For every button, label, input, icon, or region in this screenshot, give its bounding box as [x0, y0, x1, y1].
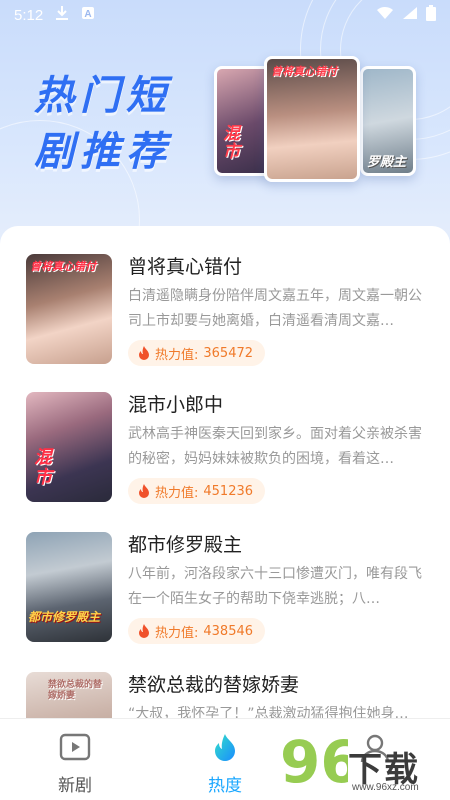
- heat-badge: 热力值: 451236: [128, 478, 266, 504]
- site-watermark: 96 下载站 www.96xz.com: [278, 726, 450, 800]
- drama-cover[interactable]: 混市: [26, 392, 112, 502]
- heat-badge: 热力值: 365472: [128, 340, 266, 366]
- heat-value: 365472: [203, 345, 254, 361]
- drama-description: 武林高手神医秦天回到家乡。面对着父亲被杀害的秘密，妈妈妹妹被欺负的困境，看着这…: [128, 426, 422, 467]
- svg-text:A: A: [85, 9, 92, 20]
- flame-icon: [139, 483, 149, 498]
- hero-title-line2: 剧推荐: [34, 129, 172, 175]
- drama-list: 曾将真心错付 曾将真心错付 白清遥隐瞒身份陪伴周文嘉五年，周文嘉一朝公司上市却要…: [0, 226, 450, 726]
- signal-icon: [402, 6, 418, 24]
- tab-label: 新剧: [58, 776, 92, 796]
- battery-icon: [426, 5, 436, 25]
- watermark-number: 96: [280, 728, 348, 792]
- poster-stack: 混市 罗殿主 曾将真心错付: [210, 56, 420, 186]
- list-item[interactable]: 曾将真心错付 曾将真心错付 白清遥隐瞒身份陪伴周文嘉五年，周文嘉一朝公司上市却要…: [0, 226, 450, 366]
- download-icon: [55, 5, 69, 25]
- poster-right[interactable]: 罗殿主: [360, 66, 416, 176]
- cover-text: 曾将真心错付: [30, 260, 96, 273]
- hero-title-line1: 热门短: [34, 73, 172, 119]
- flame-icon: [139, 345, 149, 360]
- drama-description: 白清遥隐瞒身份陪伴周文嘉五年，周文嘉一朝公司上市却要与她离婚，白清遥看清周文嘉…: [128, 288, 422, 329]
- drama-title[interactable]: 曾将真心错付: [128, 252, 242, 279]
- poster-left-text: 混市: [223, 124, 240, 162]
- heat-value: 451236: [203, 483, 254, 499]
- heat-label: 热力值:: [155, 625, 199, 641]
- drama-cover[interactable]: 曾将真心错付: [26, 254, 112, 364]
- heat-label: 热力值:: [155, 347, 199, 363]
- play-square-icon: [59, 733, 91, 761]
- drama-cover[interactable]: 都市修罗殿主: [26, 532, 112, 642]
- tab-new-drama[interactable]: 新剧: [0, 719, 150, 800]
- wifi-icon: [376, 6, 394, 24]
- list-item[interactable]: 都市修罗殿主 都市修罗殿主 八年前，河洛段家六十三口惨遭灭门，唯有段飞在一个陌生…: [0, 504, 450, 644]
- list-item[interactable]: 禁欲总裁的替嫁娇妻 禁欲总裁的替嫁娇妻 “大叔，我怀孕了！”总裁激动猛得抱住她身…: [0, 644, 450, 726]
- drama-title[interactable]: 混市小郎中: [128, 390, 223, 417]
- heat-badge: 热力值: 438546: [128, 618, 266, 644]
- watermark-url: www.96xz.com: [352, 782, 419, 793]
- hero-banner: 5:12 A 热门短 剧推荐 混市 罗殿主 曾将真心错付: [0, 0, 450, 250]
- drama-title[interactable]: 禁欲总裁的替嫁娇妻: [128, 670, 299, 697]
- hero-title: 热门短 剧推荐: [34, 68, 172, 180]
- poster-center[interactable]: 曾将真心错付: [264, 56, 360, 182]
- cover-text: 禁欲总裁的替嫁娇妻: [48, 680, 103, 701]
- poster-right-text: 罗殿主: [367, 155, 407, 170]
- status-bar: 5:12 A: [0, 0, 450, 30]
- watermark-logo-icon: 96: [280, 728, 361, 796]
- cover-text: 都市修罗殿主: [28, 610, 101, 624]
- status-time: 5:12: [14, 6, 44, 24]
- cover-text: 混市: [34, 447, 52, 488]
- app-notification-icon: A: [81, 6, 95, 24]
- tab-label: 热度: [208, 776, 242, 796]
- heat-label: 热力值:: [155, 485, 199, 501]
- heat-value: 438546: [203, 623, 254, 639]
- poster-center-text: 曾将真心错付: [271, 65, 337, 78]
- flame-icon: [139, 623, 149, 638]
- flame-icon: [215, 734, 235, 761]
- drama-title[interactable]: 都市修罗殿主: [128, 530, 242, 557]
- list-item[interactable]: 混市 混市小郎中 武林高手神医秦天回到家乡。面对着父亲被杀害的秘密，妈妈妹妹被欺…: [0, 364, 450, 504]
- drama-description: 八年前，河洛段家六十三口惨遭灭门，唯有段飞在一个陌生女子的帮助下侥幸逃脱；八…: [128, 566, 422, 607]
